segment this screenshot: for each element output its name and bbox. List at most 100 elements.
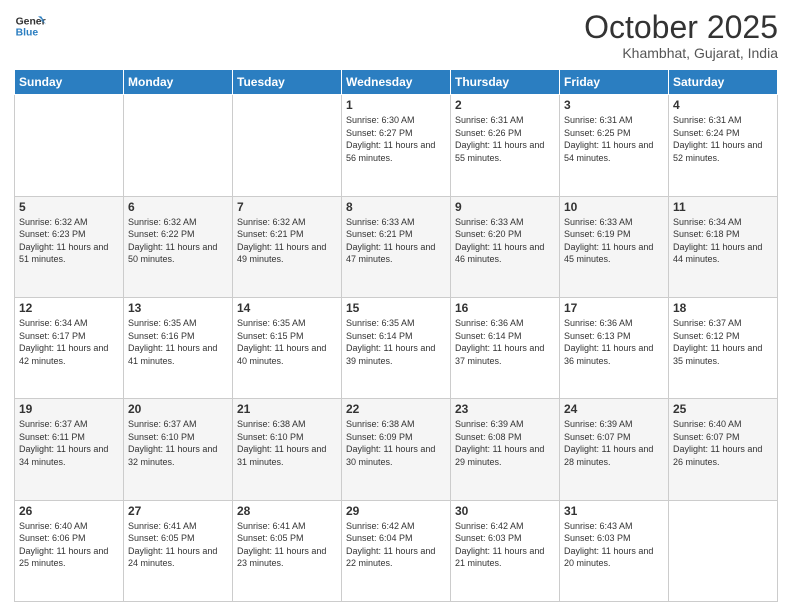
weekday-header-monday: Monday (124, 70, 233, 95)
calendar-cell: 31 Sunrise: 6:43 AMSunset: 6:03 PMDayligh… (560, 500, 669, 601)
weekday-header-tuesday: Tuesday (233, 70, 342, 95)
cell-info: Sunrise: 6:43 AMSunset: 6:03 PMDaylight:… (564, 520, 664, 570)
day-number: 23 (455, 402, 555, 416)
cell-info: Sunrise: 6:31 AMSunset: 6:24 PMDaylight:… (673, 114, 773, 164)
day-number: 31 (564, 504, 664, 518)
day-number: 2 (455, 98, 555, 112)
cell-info: Sunrise: 6:36 AMSunset: 6:13 PMDaylight:… (564, 317, 664, 367)
day-number: 11 (673, 200, 773, 214)
calendar-cell: 14 Sunrise: 6:35 AMSunset: 6:15 PMDayligh… (233, 297, 342, 398)
cell-info: Sunrise: 6:33 AMSunset: 6:21 PMDaylight:… (346, 216, 446, 266)
calendar-cell: 18 Sunrise: 6:37 AMSunset: 6:12 PMDayligh… (669, 297, 778, 398)
week-row-1: 1 Sunrise: 6:30 AMSunset: 6:27 PMDaylight… (15, 95, 778, 196)
weekday-header-wednesday: Wednesday (342, 70, 451, 95)
day-number: 18 (673, 301, 773, 315)
day-number: 17 (564, 301, 664, 315)
week-row-5: 26Sunrise: 6:40 AMSunset: 6:06 PMDayligh… (15, 500, 778, 601)
calendar-cell: 29 Sunrise: 6:42 AMSunset: 6:04 PMDayligh… (342, 500, 451, 601)
cell-info: Sunrise: 6:38 AMSunset: 6:09 PMDaylight:… (346, 418, 446, 468)
calendar-cell: 20 Sunrise: 6:37 AMSunset: 6:10 PMDayligh… (124, 399, 233, 500)
weekday-header-friday: Friday (560, 70, 669, 95)
calendar-cell: 30 Sunrise: 6:42 AMSunset: 6:03 PMDayligh… (451, 500, 560, 601)
day-number: 30 (455, 504, 555, 518)
cell-info: Sunrise: 6:35 AMSunset: 6:16 PMDaylight:… (128, 317, 228, 367)
weekday-header-sunday: Sunday (15, 70, 124, 95)
day-number: 29 (346, 504, 446, 518)
day-number: 10 (564, 200, 664, 214)
day-number: 24 (564, 402, 664, 416)
calendar-cell: 1 Sunrise: 6:30 AMSunset: 6:27 PMDaylight… (342, 95, 451, 196)
cell-info: Sunrise: 6:34 AMSunset: 6:17 PMDaylight:… (19, 317, 119, 367)
calendar-cell (124, 95, 233, 196)
day-number: 1 (346, 98, 446, 112)
calendar-cell (15, 95, 124, 196)
day-number: 4 (673, 98, 773, 112)
calendar-cell (233, 95, 342, 196)
day-number: 19 (19, 402, 119, 416)
calendar-cell: 21 Sunrise: 6:38 AMSunset: 6:10 PMDayligh… (233, 399, 342, 500)
day-number: 5 (19, 200, 119, 214)
calendar-cell: 12 Sunrise: 6:34 AMSunset: 6:17 PMDayligh… (15, 297, 124, 398)
calendar-cell: 2 Sunrise: 6:31 AMSunset: 6:26 PMDaylight… (451, 95, 560, 196)
day-number: 8 (346, 200, 446, 214)
header: General Blue October 2025 Khambhat, Guja… (14, 10, 778, 61)
cell-info: Sunrise: 6:32 AMSunset: 6:22 PMDaylight:… (128, 216, 228, 266)
cell-info: Sunrise: 6:35 AMSunset: 6:15 PMDaylight:… (237, 317, 337, 367)
calendar-cell: 13 Sunrise: 6:35 AMSunset: 6:16 PMDayligh… (124, 297, 233, 398)
day-number: 22 (346, 402, 446, 416)
day-number: 27 (128, 504, 228, 518)
calendar-cell: 3 Sunrise: 6:31 AMSunset: 6:25 PMDaylight… (560, 95, 669, 196)
cell-info: Sunrise: 6:42 AMSunset: 6:04 PMDaylight:… (346, 520, 446, 570)
calendar-cell: 19Sunrise: 6:37 AMSunset: 6:11 PMDayligh… (15, 399, 124, 500)
week-row-2: 5Sunrise: 6:32 AMSunset: 6:23 PMDaylight… (15, 196, 778, 297)
calendar-table: SundayMondayTuesdayWednesdayThursdayFrid… (14, 69, 778, 602)
calendar-cell: 25Sunrise: 6:40 AMSunset: 6:07 PMDayligh… (669, 399, 778, 500)
day-number: 12 (19, 301, 119, 315)
cell-info: Sunrise: 6:31 AMSunset: 6:26 PMDaylight:… (455, 114, 555, 164)
calendar-cell: 28Sunrise: 6:41 AMSunset: 6:05 PMDayligh… (233, 500, 342, 601)
calendar-cell: 24Sunrise: 6:39 AMSunset: 6:07 PMDayligh… (560, 399, 669, 500)
cell-info: Sunrise: 6:32 AMSunset: 6:21 PMDaylight:… (237, 216, 337, 266)
cell-info: Sunrise: 6:40 AMSunset: 6:07 PMDaylight:… (673, 418, 773, 468)
logo: General Blue (14, 10, 46, 42)
cell-info: Sunrise: 6:33 AMSunset: 6:19 PMDaylight:… (564, 216, 664, 266)
cell-info: Sunrise: 6:35 AMSunset: 6:14 PMDaylight:… (346, 317, 446, 367)
day-number: 13 (128, 301, 228, 315)
cell-info: Sunrise: 6:41 AMSunset: 6:05 PMDaylight:… (128, 520, 228, 570)
calendar-cell: 27 Sunrise: 6:41 AMSunset: 6:05 PMDayligh… (124, 500, 233, 601)
calendar-cell: 16 Sunrise: 6:36 AMSunset: 6:14 PMDayligh… (451, 297, 560, 398)
cell-info: Sunrise: 6:31 AMSunset: 6:25 PMDaylight:… (564, 114, 664, 164)
cell-info: Sunrise: 6:37 AMSunset: 6:12 PMDaylight:… (673, 317, 773, 367)
cell-info: Sunrise: 6:38 AMSunset: 6:10 PMDaylight:… (237, 418, 337, 468)
calendar-cell: 4 Sunrise: 6:31 AMSunset: 6:24 PMDaylight… (669, 95, 778, 196)
day-number: 9 (455, 200, 555, 214)
calendar-cell: 26Sunrise: 6:40 AMSunset: 6:06 PMDayligh… (15, 500, 124, 601)
calendar-cell: 23Sunrise: 6:39 AMSunset: 6:08 PMDayligh… (451, 399, 560, 500)
cell-info: Sunrise: 6:33 AMSunset: 6:20 PMDaylight:… (455, 216, 555, 266)
weekday-header-saturday: Saturday (669, 70, 778, 95)
svg-text:Blue: Blue (16, 28, 39, 39)
week-row-3: 12 Sunrise: 6:34 AMSunset: 6:17 PMDayligh… (15, 297, 778, 398)
day-number: 6 (128, 200, 228, 214)
day-number: 3 (564, 98, 664, 112)
week-row-4: 19Sunrise: 6:37 AMSunset: 6:11 PMDayligh… (15, 399, 778, 500)
logo-icon: General Blue (14, 10, 46, 42)
day-number: 20 (128, 402, 228, 416)
day-number: 21 (237, 402, 337, 416)
day-number: 14 (237, 301, 337, 315)
cell-info: Sunrise: 6:34 AMSunset: 6:18 PMDaylight:… (673, 216, 773, 266)
cell-info: Sunrise: 6:40 AMSunset: 6:06 PMDaylight:… (19, 520, 119, 570)
day-number: 15 (346, 301, 446, 315)
day-number: 7 (237, 200, 337, 214)
cell-info: Sunrise: 6:37 AMSunset: 6:10 PMDaylight:… (128, 418, 228, 468)
calendar-cell (669, 500, 778, 601)
month-title: October 2025 (584, 10, 778, 45)
cell-info: Sunrise: 6:30 AMSunset: 6:27 PMDaylight:… (346, 114, 446, 164)
cell-info: Sunrise: 6:42 AMSunset: 6:03 PMDaylight:… (455, 520, 555, 570)
calendar-cell: 11 Sunrise: 6:34 AMSunset: 6:18 PMDayligh… (669, 196, 778, 297)
calendar-page: General Blue October 2025 Khambhat, Guja… (0, 0, 792, 612)
calendar-cell: 10 Sunrise: 6:33 AMSunset: 6:19 PMDayligh… (560, 196, 669, 297)
calendar-cell: 6 Sunrise: 6:32 AMSunset: 6:22 PMDaylight… (124, 196, 233, 297)
day-number: 16 (455, 301, 555, 315)
cell-info: Sunrise: 6:36 AMSunset: 6:14 PMDaylight:… (455, 317, 555, 367)
